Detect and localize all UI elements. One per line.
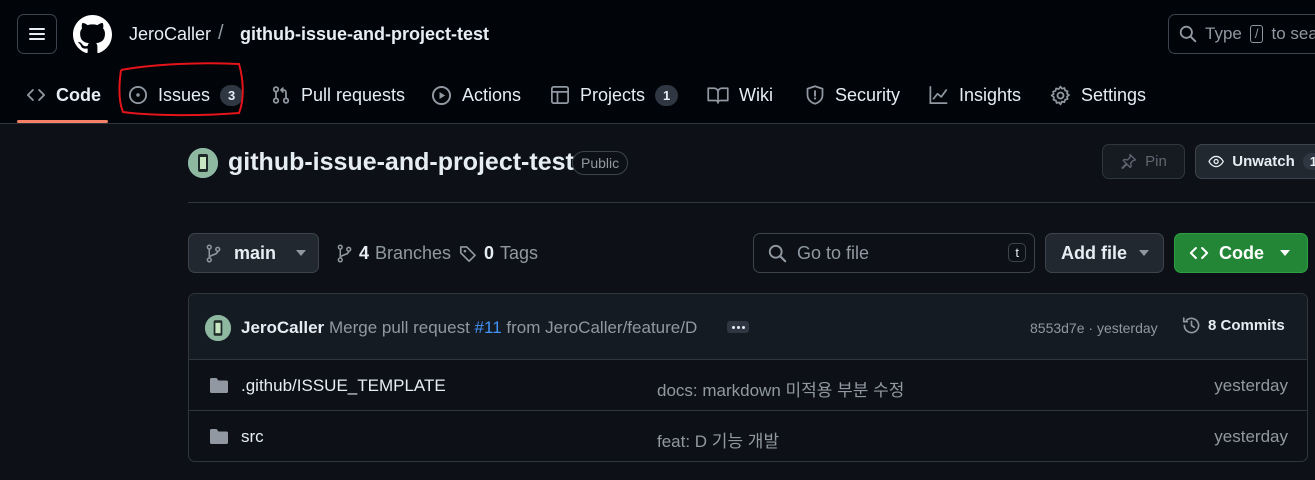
search-placeholder-prefix: Type — [1205, 24, 1242, 43]
github-logo-icon[interactable] — [73, 15, 112, 54]
pr-link[interactable]: #11 — [475, 318, 502, 337]
code-download-button[interactable]: Code — [1174, 233, 1308, 273]
git-pull-request-icon — [272, 86, 290, 104]
file-row[interactable]: src feat: D 기능 개발 yesterday — [189, 411, 1307, 461]
file-commit-message[interactable]: docs: markdown 미적용 부분 수정 — [657, 376, 904, 401]
file-commit-date: yesterday — [1214, 376, 1288, 395]
commit-message-suffix: from JeroCaller/feature/D — [506, 318, 698, 337]
unwatch-button[interactable]: Unwatch 1 — [1195, 144, 1315, 179]
menu-button[interactable] — [17, 14, 57, 54]
add-file-button[interactable]: Add file — [1045, 233, 1164, 273]
code-icon — [26, 89, 46, 101]
folder-icon — [210, 378, 228, 393]
file-commit-message[interactable]: feat: D 기능 개발 — [657, 427, 779, 452]
pin-label: Pin — [1145, 153, 1167, 170]
commit-hash-time[interactable]: 8553d7e · yesterday — [1030, 320, 1158, 336]
tag-icon — [459, 246, 476, 263]
search-shortcut-key: / — [1249, 25, 1264, 43]
file-commit-date: yesterday — [1214, 427, 1288, 446]
repo-name-link[interactable]: github-issue-and-project-test — [240, 24, 489, 45]
breadcrumb-separator: / — [218, 22, 224, 44]
branches-link[interactable]: 4 Branches — [336, 243, 451, 264]
expand-commit-message-button[interactable] — [727, 321, 749, 333]
tab-code[interactable]: Code — [26, 70, 101, 120]
latest-commit-bar: JeroCaller Merge pull request #11 from J… — [189, 294, 1307, 360]
repo-title[interactable]: github-issue-and-project-test — [228, 148, 574, 177]
pin-icon — [1121, 153, 1137, 170]
file-browser: JeroCaller Merge pull request #11 from J… — [188, 293, 1308, 462]
add-file-label: Add file — [1061, 242, 1127, 263]
caret-down-icon — [1139, 250, 1149, 256]
history-icon — [1182, 317, 1200, 334]
git-branch-icon — [337, 244, 352, 263]
commit-message-prefix: Merge pull request — [329, 318, 470, 337]
search-icon — [768, 244, 787, 262]
eye-icon — [1208, 155, 1224, 168]
tab-pull-requests[interactable]: Pull requests — [271, 70, 405, 120]
selected-tab-indicator — [17, 120, 108, 123]
tags-label: Tags — [500, 243, 539, 263]
go-to-file-input[interactable]: Go to file t — [753, 233, 1035, 273]
global-search-input[interactable]: Type / to sea — [1168, 14, 1315, 54]
tab-insights-label: Insights — [959, 84, 1022, 105]
tab-wiki-label: Wiki — [739, 84, 773, 105]
hamburger-icon — [29, 28, 45, 40]
go-to-file-shortcut: t — [1008, 243, 1026, 262]
repo-owner-avatar[interactable] — [188, 148, 218, 178]
branches-count: 4 — [359, 243, 370, 263]
tab-actions[interactable]: Actions — [431, 70, 521, 120]
search-placeholder-suffix: to sea — [1271, 24, 1315, 43]
folder-icon — [210, 429, 228, 444]
branches-label: Branches — [375, 243, 452, 263]
play-icon — [431, 85, 452, 105]
branch-name: main — [234, 242, 277, 263]
pin-button[interactable]: Pin — [1102, 144, 1185, 179]
tab-security-label: Security — [835, 84, 901, 105]
commits-count-label: 8 Commits — [1208, 317, 1285, 334]
tab-pull-requests-label: Pull requests — [301, 84, 406, 105]
file-row[interactable]: .github/ISSUE_TEMPLATE docs: markdown 미적… — [189, 360, 1307, 411]
tab-projects[interactable]: Projects 1 — [550, 70, 679, 120]
tags-link[interactable]: 0 Tags — [459, 243, 538, 264]
tab-code-label: Code — [56, 84, 101, 105]
search-icon — [1179, 25, 1197, 43]
tab-wiki[interactable]: Wiki — [707, 70, 773, 120]
go-to-file-placeholder: Go to file — [797, 242, 870, 263]
branch-select-button[interactable]: main — [188, 233, 319, 273]
repo-head-divider — [188, 202, 1315, 203]
git-branch-icon — [206, 244, 221, 262]
commit-message[interactable]: Merge pull request #11 from JeroCaller/f… — [329, 318, 697, 338]
book-icon — [707, 87, 729, 104]
unwatch-label: Unwatch — [1232, 153, 1295, 170]
tab-projects-label: Projects — [580, 84, 646, 105]
shield-icon — [806, 85, 824, 105]
watchers-count: 1 — [1302, 153, 1315, 170]
tab-security[interactable]: Security — [805, 70, 900, 120]
gear-icon — [1050, 85, 1070, 105]
code-icon — [1189, 247, 1209, 259]
projects-count-badge: 1 — [655, 84, 679, 106]
owner-link[interactable]: JeroCaller — [129, 24, 211, 45]
file-name-link[interactable]: .github/ISSUE_TEMPLATE — [241, 376, 446, 396]
code-button-label: Code — [1219, 242, 1264, 263]
caret-down-icon — [1280, 250, 1290, 256]
commits-history-link[interactable]: 8 Commits — [1182, 316, 1285, 335]
table-icon — [551, 86, 569, 104]
annotation-circle — [118, 62, 244, 117]
tab-settings[interactable]: Settings — [1050, 70, 1146, 120]
graph-icon — [929, 86, 948, 104]
tab-actions-label: Actions — [462, 84, 522, 105]
commit-author-link[interactable]: JeroCaller — [241, 318, 324, 338]
visibility-badge: Public — [572, 151, 629, 175]
commit-author-avatar[interactable] — [205, 315, 231, 341]
tags-count: 0 — [484, 243, 495, 263]
tab-settings-label: Settings — [1081, 84, 1147, 105]
caret-down-icon — [296, 250, 307, 256]
file-name-link[interactable]: src — [241, 427, 264, 447]
tab-insights[interactable]: Insights — [928, 70, 1021, 120]
